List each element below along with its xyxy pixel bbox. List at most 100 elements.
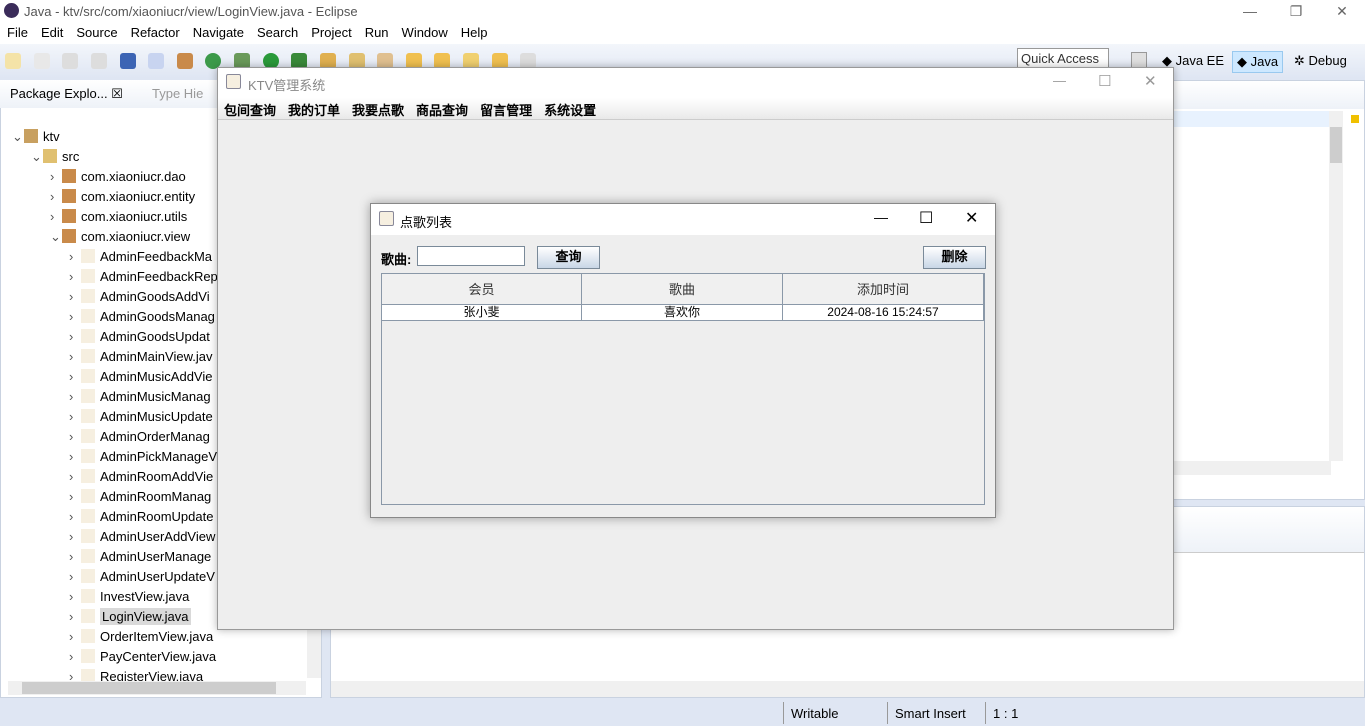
tree-item-file[interactable]: › AdminUserUpdateV	[69, 569, 215, 589]
dialog-minimize-button[interactable]: —	[874, 209, 888, 225]
chevron-right-icon[interactable]: ›	[69, 369, 81, 384]
menu-window[interactable]: Window	[395, 22, 454, 40]
tree-item-file[interactable]: › InvestView.java	[69, 589, 189, 609]
menu-navigate[interactable]: Navigate	[186, 22, 250, 40]
chevron-down-icon[interactable]: ⌄	[12, 129, 24, 145]
ktv-maximize-button[interactable]: ☐	[1098, 72, 1111, 90]
save-all-icon[interactable]	[90, 53, 107, 69]
chevron-right-icon[interactable]: ›	[69, 609, 81, 624]
column-header-added-time[interactable]: 添加时间	[783, 274, 984, 305]
column-header-song[interactable]: 歌曲	[582, 274, 783, 305]
tree-item-file[interactable]: › AdminUserAddView	[69, 529, 215, 549]
minimize-button[interactable]: —	[1227, 0, 1273, 22]
quick-access-input[interactable]: Quick Access	[1017, 48, 1109, 69]
chevron-right-icon[interactable]: ›	[69, 649, 81, 664]
chevron-right-icon[interactable]: ›	[69, 549, 81, 564]
menu-feedback[interactable]: 留言管理	[474, 98, 538, 119]
menu-edit[interactable]: Edit	[34, 22, 69, 40]
chevron-right-icon[interactable]: ›	[50, 209, 62, 224]
chevron-right-icon[interactable]: ›	[69, 489, 81, 504]
tab-package-explorer[interactable]: Package Explo... ☒	[10, 86, 123, 102]
tree-item-file[interactable]: › AdminMusicManag	[69, 389, 211, 409]
chevron-right-icon[interactable]: ›	[69, 249, 81, 264]
menu-search[interactable]: Search	[250, 22, 304, 40]
tree-item-file[interactable]: › AdminPickManageV	[69, 449, 217, 469]
package-icon[interactable]	[176, 53, 193, 69]
perspective-java[interactable]: ◆ Java	[1232, 51, 1284, 73]
tree-item-file[interactable]: › PayCenterView.java	[69, 649, 216, 669]
tree-item-project[interactable]: ⌄ ktv	[12, 129, 60, 149]
menu-project[interactable]: Project	[304, 22, 357, 40]
chevron-right-icon[interactable]: ›	[69, 289, 81, 304]
tree-item-file[interactable]: › AdminGoodsManag	[69, 309, 215, 329]
tree-item-file[interactable]: › AdminRoomAddVie	[69, 469, 213, 489]
dialog-close-button[interactable]: ✕	[965, 208, 978, 228]
tree-item-package[interactable]: ⌄ com.xiaoniucr.view	[50, 229, 190, 249]
menu-room-query[interactable]: 包间查询	[218, 98, 282, 119]
tree-item-file[interactable]: › OrderItemView.java	[69, 629, 213, 649]
chevron-right-icon[interactable]: ›	[50, 169, 62, 184]
menu-pick-song[interactable]: 我要点歌	[346, 98, 410, 119]
chevron-right-icon[interactable]: ›	[69, 529, 81, 544]
menu-file[interactable]: File	[0, 22, 34, 40]
chevron-right-icon[interactable]: ›	[69, 569, 81, 584]
perspective-debug[interactable]: ✲ Debug	[1290, 51, 1351, 71]
chevron-right-icon[interactable]: ›	[50, 189, 62, 204]
table-cell-song[interactable]: 喜欢你	[582, 305, 783, 321]
chevron-right-icon[interactable]: ›	[69, 429, 81, 444]
song-search-input[interactable]	[417, 246, 525, 266]
tree-item-file[interactable]: › AdminOrderManag	[69, 429, 210, 449]
table-cell-member[interactable]: 张小斐	[382, 305, 582, 321]
chevron-right-icon[interactable]: ›	[69, 309, 81, 324]
chevron-right-icon[interactable]: ›	[69, 349, 81, 364]
ktv-close-button[interactable]: ✕	[1144, 72, 1157, 90]
chevron-right-icon[interactable]: ›	[69, 589, 81, 604]
tree-item-file[interactable]: › AdminUserManage	[69, 549, 211, 569]
editor-scrollbar[interactable]	[1329, 111, 1343, 461]
chevron-down-icon[interactable]: ⌄	[50, 229, 62, 245]
delete-button[interactable]: 删除	[923, 246, 986, 269]
menu-source[interactable]: Source	[69, 22, 123, 40]
tree-item-file[interactable]: › LoginView.java	[69, 608, 191, 629]
tree-item-file[interactable]: › AdminMainView.jav	[69, 349, 212, 369]
chevron-right-icon[interactable]: ›	[69, 329, 81, 344]
new-class-icon[interactable]	[33, 53, 50, 69]
console-scrollbar[interactable]	[331, 681, 1364, 697]
tree-item-package[interactable]: › com.xiaoniucr.entity	[50, 189, 195, 209]
menu-refactor[interactable]: Refactor	[124, 22, 186, 40]
tree-item-file[interactable]: › AdminFeedbackRep	[69, 269, 218, 289]
tree-item-package[interactable]: › com.xiaoniucr.utils	[50, 209, 187, 229]
tree-item-package[interactable]: › com.xiaoniucr.dao	[50, 169, 186, 189]
table-cell-added-time[interactable]: 2024-08-16 15:24:57	[783, 305, 984, 321]
tree-item-file[interactable]: › AdminRoomManag	[69, 489, 211, 509]
save-icon[interactable]	[62, 53, 79, 69]
tab-type-hierarchy[interactable]: Type Hie	[152, 86, 203, 101]
chevron-right-icon[interactable]: ›	[69, 509, 81, 524]
tree-item-file[interactable]: › AdminGoodsAddVi	[69, 289, 210, 309]
console-icon[interactable]	[119, 53, 136, 69]
menu-help[interactable]: Help	[454, 22, 494, 40]
tree-item-src[interactable]: ⌄ src	[31, 149, 79, 169]
horizontal-scrollbar[interactable]	[8, 681, 306, 695]
chevron-right-icon[interactable]: ›	[69, 449, 81, 464]
menu-settings[interactable]: 系统设置	[538, 98, 602, 119]
tree-item-file[interactable]: › AdminMusicAddVie	[69, 369, 212, 389]
maximize-button[interactable]: ❐	[1273, 0, 1319, 22]
skip-breakpoints-icon[interactable]	[148, 53, 165, 69]
dialog-maximize-button[interactable]: ☐	[919, 208, 933, 228]
tree-item-file[interactable]: › AdminMusicUpdate	[69, 409, 213, 429]
ktv-minimize-button[interactable]: —	[1053, 73, 1066, 88]
tree-item-file[interactable]: › AdminFeedbackMa	[69, 249, 212, 269]
open-perspective-icon[interactable]	[1131, 52, 1147, 68]
new-icon[interactable]	[5, 53, 21, 69]
chevron-right-icon[interactable]: ›	[69, 409, 81, 424]
close-button[interactable]: ✕	[1319, 0, 1365, 22]
chevron-down-icon[interactable]: ⌄	[31, 149, 43, 165]
menu-my-orders[interactable]: 我的订单	[282, 98, 346, 119]
chevron-right-icon[interactable]: ›	[69, 389, 81, 404]
tree-item-file[interactable]: › AdminRoomUpdate	[69, 509, 213, 529]
tree-item-file[interactable]: › AdminGoodsUpdat	[69, 329, 210, 349]
menu-goods-query[interactable]: 商品查询	[410, 98, 474, 119]
column-header-member[interactable]: 会员	[382, 274, 582, 305]
query-button[interactable]: 查询	[537, 246, 600, 269]
